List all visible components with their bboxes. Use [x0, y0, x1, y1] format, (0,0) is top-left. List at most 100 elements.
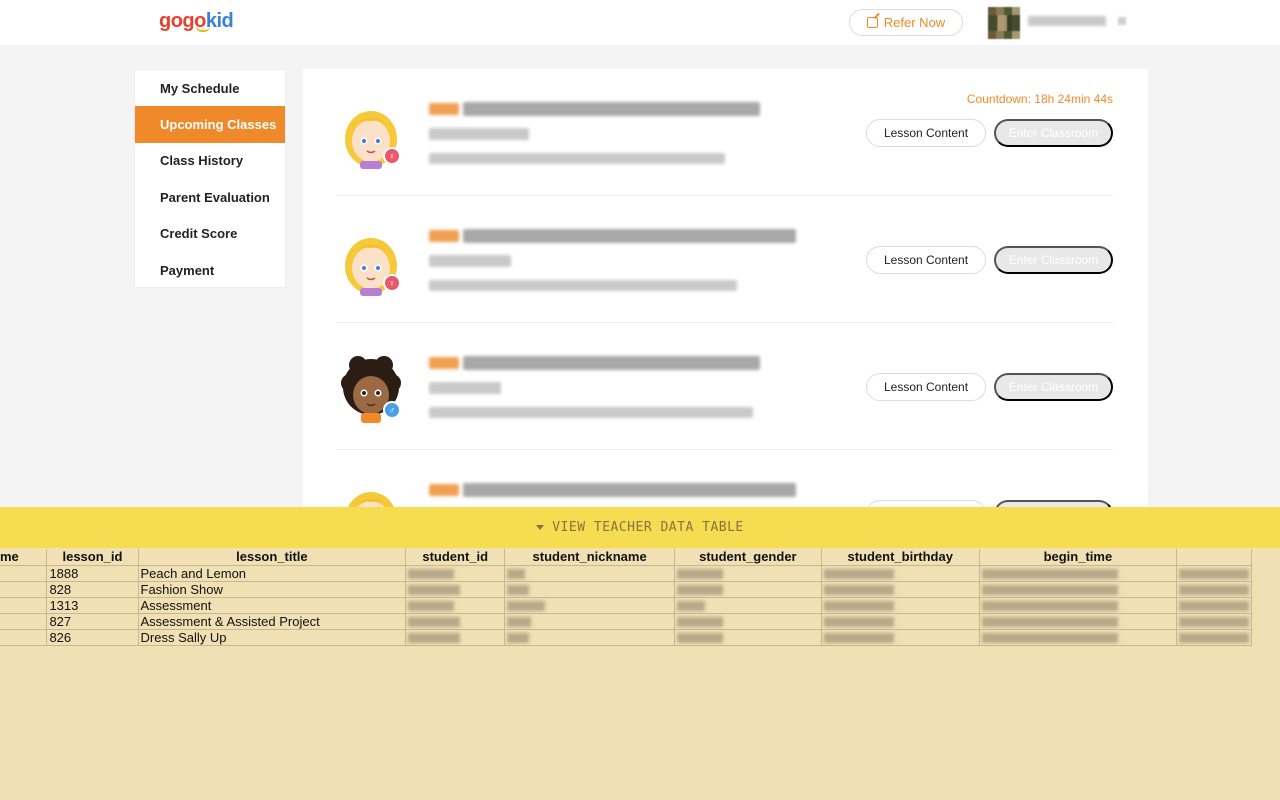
sidebar-item-credit-score[interactable]: Credit Score	[135, 216, 285, 252]
column-header: lesson_title	[138, 549, 407, 566]
begin-time-cell	[979, 613, 1177, 630]
caret-down-icon	[536, 525, 545, 530]
blurred-value	[981, 617, 1118, 628]
blurred-value	[677, 633, 724, 644]
male-gender-icon: ♂	[383, 401, 401, 419]
blurred-value	[981, 569, 1118, 580]
column-header: student_gender	[674, 549, 822, 566]
student-id-cell	[405, 581, 506, 598]
lesson-content-button[interactable]: Lesson Content	[866, 119, 986, 147]
class-row: ♂ Lesson Content Enter Classroom	[336, 323, 1113, 450]
enter-classroom-button[interactable]: Enter Classroom	[994, 246, 1113, 274]
student-nickname-cell	[504, 597, 676, 614]
column-header	[1176, 549, 1253, 566]
lesson-title-cell: Peach and Lemon	[138, 565, 407, 582]
teacher-data-table: me lesson_id lesson_title student_id stu…	[0, 549, 1253, 646]
lesson-title-cell: Dress Sally Up	[138, 629, 407, 646]
lesson-content-button[interactable]: Lesson Content	[866, 246, 986, 274]
toggle-label: VIEW TEACHER DATA TABLE	[552, 520, 744, 535]
blurred-value	[408, 601, 455, 612]
blurred-value	[1178, 585, 1249, 596]
lesson-content-button[interactable]: Lesson Content	[866, 373, 986, 401]
class-row: ♀ Countdown: 18h 24min 44s Lesson Conten…	[336, 69, 1113, 196]
lesson-id-cell: 1888	[46, 565, 139, 582]
sidebar-item-upcoming-classes[interactable]: Upcoming Classes	[135, 106, 285, 143]
sidebar-item-label: Class History	[160, 153, 244, 169]
table-cell	[0, 565, 48, 582]
sidebar-item-payment[interactable]: Payment	[135, 252, 285, 288]
sidebar-item-label: Payment	[160, 262, 215, 278]
refer-now-button[interactable]: Refer Now	[849, 9, 963, 36]
table-cell	[1176, 597, 1253, 614]
class-title-blurred	[463, 356, 760, 370]
user-name-blurred[interactable]	[1028, 16, 1106, 26]
view-teacher-data-toggle[interactable]: VIEW TEACHER DATA TABLE	[0, 507, 1280, 548]
blurred-value	[507, 633, 530, 644]
begin-time-cell	[979, 565, 1177, 582]
tag-blurred	[429, 484, 459, 496]
column-header: student_birthday	[821, 549, 980, 566]
table-cell	[1176, 629, 1253, 646]
sidebar-item-my-schedule[interactable]: My Schedule	[135, 70, 285, 106]
blurred-value	[408, 585, 461, 596]
chevron-down-icon[interactable]	[1118, 17, 1126, 25]
student-nickname-cell	[504, 629, 676, 646]
upcoming-classes-card: ♀ Countdown: 18h 24min 44s Lesson Conten…	[303, 69, 1148, 529]
logo-text-kid: kid	[205, 10, 234, 32]
user-avatar[interactable]	[988, 7, 1020, 39]
blurred-value	[1178, 569, 1249, 580]
class-row: ♀ Lesson Content Enter Classroom	[336, 196, 1113, 323]
student-id-cell	[405, 565, 506, 582]
teacher-data-panel: VIEW TEACHER DATA TABLE me lesson_id les…	[0, 507, 1280, 800]
blurred-value	[1178, 601, 1249, 612]
blurred-value	[981, 601, 1118, 612]
student-nickname-cell	[504, 565, 676, 582]
class-meta-blurred	[429, 153, 725, 164]
column-header: lesson_id	[46, 549, 139, 566]
blurred-value	[677, 585, 724, 596]
begin-time-cell	[979, 581, 1177, 598]
class-meta-blurred	[429, 280, 737, 291]
blurred-value	[507, 585, 530, 596]
sidebar-item-parent-evaluation[interactable]: Parent Evaluation	[135, 179, 285, 215]
tag-blurred	[429, 103, 459, 115]
student-nickname-cell	[504, 613, 676, 630]
table-cell	[0, 629, 48, 646]
student-id-cell	[405, 597, 506, 614]
enter-classroom-button[interactable]: Enter Classroom	[994, 373, 1113, 401]
column-header: student_nickname	[504, 549, 676, 566]
student-birthday-cell	[821, 597, 980, 614]
class-subtitle-blurred	[429, 128, 529, 140]
blurred-value	[408, 617, 461, 628]
gogokid-logo[interactable]: gogokid	[159, 10, 234, 33]
student-birthday-cell	[821, 613, 980, 630]
lesson-id-cell: 1313	[46, 597, 139, 614]
class-title-blurred	[463, 229, 796, 243]
blurred-value	[823, 569, 894, 580]
student-birthday-cell	[821, 565, 980, 582]
class-title-blurred	[463, 483, 796, 497]
student-gender-cell	[674, 597, 822, 614]
blurred-value	[981, 585, 1118, 596]
student-gender-cell	[674, 613, 822, 630]
blurred-value	[981, 633, 1118, 644]
student-id-cell	[405, 613, 506, 630]
class-title-blurred	[463, 102, 760, 116]
sidebar-item-label: Upcoming Classes	[160, 117, 277, 133]
blurred-value	[823, 585, 894, 596]
sidebar-item-class-history[interactable]: Class History	[135, 143, 285, 179]
enter-classroom-button[interactable]: Enter Classroom	[994, 119, 1113, 147]
female-gender-icon: ♀	[383, 274, 401, 292]
table-row: 1888 Peach and Lemon	[0, 565, 1253, 582]
lesson-id-cell: 828	[46, 581, 139, 598]
column-header: me	[0, 549, 48, 566]
table-row: 826 Dress Sally Up	[0, 629, 1253, 646]
class-subtitle-blurred	[429, 255, 511, 267]
tag-blurred	[429, 357, 459, 369]
lesson-id-cell: 827	[46, 613, 139, 630]
table-cell	[0, 581, 48, 598]
table-cell	[1176, 581, 1253, 598]
table-row: 827 Assessment & Assisted Project	[0, 613, 1253, 630]
sidebar-item-label: Credit Score	[160, 226, 238, 242]
sidebar-item-label: Parent Evaluation	[160, 189, 270, 205]
